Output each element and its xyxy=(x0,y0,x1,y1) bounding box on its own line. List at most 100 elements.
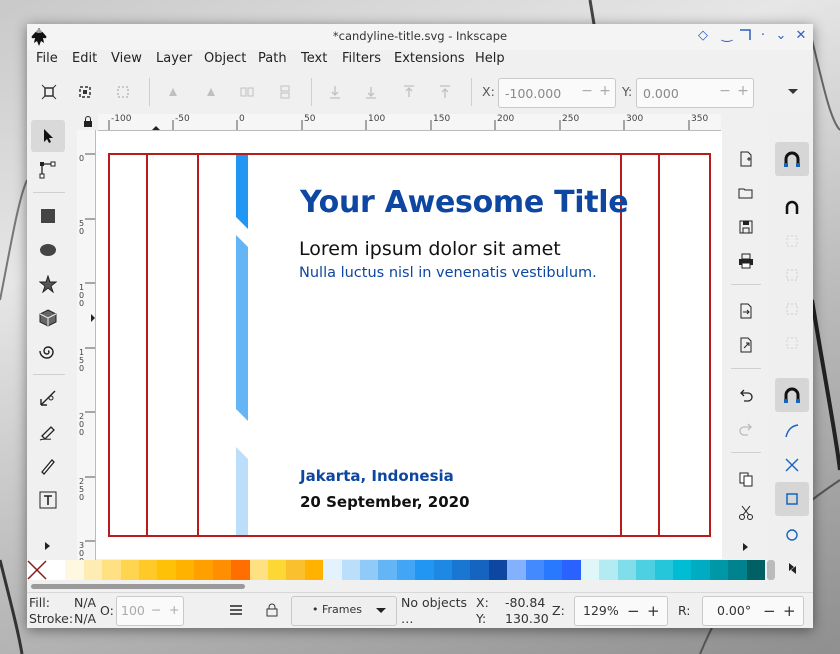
blue-stripe-middle[interactable] xyxy=(236,235,248,421)
dot-icon[interactable]: · xyxy=(755,28,771,44)
x-decrement-button[interactable]: − xyxy=(579,83,595,99)
snap-paths-icon[interactable] xyxy=(777,416,807,446)
diamond-icon[interactable]: ◇ xyxy=(695,28,711,44)
snap-bbox-edges-icon[interactable] xyxy=(777,226,807,256)
flip-vertical-icon[interactable] xyxy=(275,82,295,102)
document-tagline-text[interactable]: Nulla luctus nisl in venenatis vestibulu… xyxy=(299,265,597,281)
color-swatch[interactable] xyxy=(194,560,214,580)
color-swatch[interactable] xyxy=(507,560,527,580)
color-swatch[interactable] xyxy=(120,560,140,580)
color-swatch[interactable] xyxy=(691,560,711,580)
zoom-input[interactable]: 129% xyxy=(583,603,619,618)
palette-scrollbar[interactable] xyxy=(767,560,775,580)
color-swatch[interactable] xyxy=(175,560,195,580)
menu-extensions[interactable]: Extensions xyxy=(394,51,465,66)
color-swatch[interactable] xyxy=(562,560,582,580)
color-swatch[interactable] xyxy=(157,560,177,580)
color-swatch[interactable] xyxy=(544,560,563,580)
pen-bezier-tool-icon[interactable] xyxy=(31,382,65,414)
current-layer-dropdown[interactable]: • Frames xyxy=(291,596,397,626)
toolbox-more-chevron-icon[interactable] xyxy=(31,530,65,562)
selector-tool-icon[interactable] xyxy=(31,120,65,152)
document-page[interactable]: Your Awesome Title Lorem ipsum dolor sit… xyxy=(108,153,711,537)
3d-box-tool-icon[interactable] xyxy=(31,302,65,334)
y-decrement-button[interactable]: − xyxy=(717,83,733,99)
select-all-icon[interactable] xyxy=(39,82,59,102)
rotate-ccw-icon[interactable] xyxy=(163,82,183,102)
y-coordinate-input[interactable] xyxy=(641,83,717,103)
color-swatch[interactable] xyxy=(580,560,600,580)
spiral-tool-icon[interactable] xyxy=(31,336,65,368)
no-paint-swatch[interactable] xyxy=(27,560,47,580)
text-tool-icon[interactable] xyxy=(31,484,65,516)
color-swatch[interactable] xyxy=(83,560,103,580)
menu-text[interactable]: Text xyxy=(301,51,327,66)
lock-guides-icon[interactable] xyxy=(79,114,97,130)
color-swatch[interactable] xyxy=(488,560,508,580)
snap-bbox-icon[interactable] xyxy=(777,192,807,222)
x-coordinate-input[interactable] xyxy=(503,83,579,103)
copy-icon[interactable] xyxy=(731,464,761,494)
color-swatch[interactable] xyxy=(323,560,343,580)
x-increment-button[interactable]: + xyxy=(597,83,613,99)
color-swatch[interactable] xyxy=(617,560,637,580)
snap-toggle-icon[interactable] xyxy=(775,142,809,176)
blue-stripe-bottom[interactable] xyxy=(236,447,248,537)
deselect-icon[interactable] xyxy=(113,82,133,102)
minimize-icon[interactable]: ‿ xyxy=(719,28,735,44)
color-swatch[interactable] xyxy=(341,560,361,580)
color-swatch[interactable] xyxy=(433,560,453,580)
color-swatch[interactable] xyxy=(525,560,545,580)
color-swatch[interactable] xyxy=(415,560,435,580)
zoom-in-button[interactable]: + xyxy=(647,602,660,620)
color-swatch[interactable] xyxy=(672,560,692,580)
menu-object[interactable]: Object xyxy=(204,51,246,66)
drawing-canvas[interactable]: Your Awesome Title Lorem ipsum dolor sit… xyxy=(96,131,722,559)
opacity-decrement-button[interactable]: − xyxy=(151,602,161,617)
color-swatch[interactable] xyxy=(654,560,674,580)
select-all-layers-icon[interactable] xyxy=(75,82,95,102)
stroke-value[interactable]: N/A xyxy=(74,611,96,626)
color-swatch[interactable] xyxy=(636,560,656,580)
layers-menu-icon[interactable] xyxy=(227,602,245,618)
color-swatch[interactable] xyxy=(359,560,379,580)
calligraphy-tool-icon[interactable] xyxy=(31,450,65,482)
lower-to-bottom-icon[interactable] xyxy=(325,82,345,102)
snap-bbox-centers-icon[interactable] xyxy=(777,328,807,358)
pencil-tool-icon[interactable] xyxy=(31,416,65,448)
blue-stripe-top[interactable] xyxy=(236,153,248,229)
color-swatch[interactable] xyxy=(304,560,324,580)
color-swatch[interactable] xyxy=(746,560,766,580)
maximize-icon[interactable] xyxy=(737,28,753,44)
undo-icon[interactable] xyxy=(731,380,761,410)
raise-icon[interactable] xyxy=(399,82,419,102)
lower-icon[interactable] xyxy=(361,82,381,102)
color-swatch[interactable] xyxy=(267,560,287,580)
menu-path[interactable]: Path xyxy=(258,51,287,66)
color-swatch[interactable] xyxy=(452,560,471,580)
ellipse-tool-icon[interactable] xyxy=(31,234,65,266)
raise-to-top-icon[interactable] xyxy=(435,82,455,102)
color-swatch[interactable] xyxy=(470,560,490,580)
color-swatch[interactable] xyxy=(286,560,306,580)
snap-nodes-icon[interactable] xyxy=(775,378,809,412)
menu-layer[interactable]: Layer xyxy=(156,51,192,66)
document-subtitle-text[interactable]: Lorem ipsum dolor sit amet xyxy=(299,238,561,260)
color-swatch[interactable] xyxy=(102,560,122,580)
save-icon[interactable] xyxy=(731,212,761,242)
rotation-input[interactable]: 0.00° xyxy=(717,603,751,618)
fill-value[interactable]: N/A xyxy=(74,595,96,610)
open-folder-icon[interactable] xyxy=(731,178,761,208)
rectangle-tool-icon[interactable] xyxy=(31,200,65,232)
color-swatch[interactable] xyxy=(378,560,398,580)
print-icon[interactable] xyxy=(731,246,761,276)
import-icon[interactable] xyxy=(731,296,761,326)
color-swatch[interactable] xyxy=(249,560,269,580)
layer-lock-icon[interactable] xyxy=(263,602,281,618)
rotate-decrement-button[interactable]: − xyxy=(763,602,776,620)
color-swatch[interactable] xyxy=(231,560,250,580)
toolbar-overflow-chevron-icon[interactable] xyxy=(783,82,803,102)
horizontal-scrollbar[interactable] xyxy=(27,582,813,592)
document-title-text[interactable]: Your Awesome Title xyxy=(300,185,629,220)
horizontal-ruler[interactable]: -100 -50 0 50 100 150 200 250 300 350 xyxy=(98,114,721,131)
